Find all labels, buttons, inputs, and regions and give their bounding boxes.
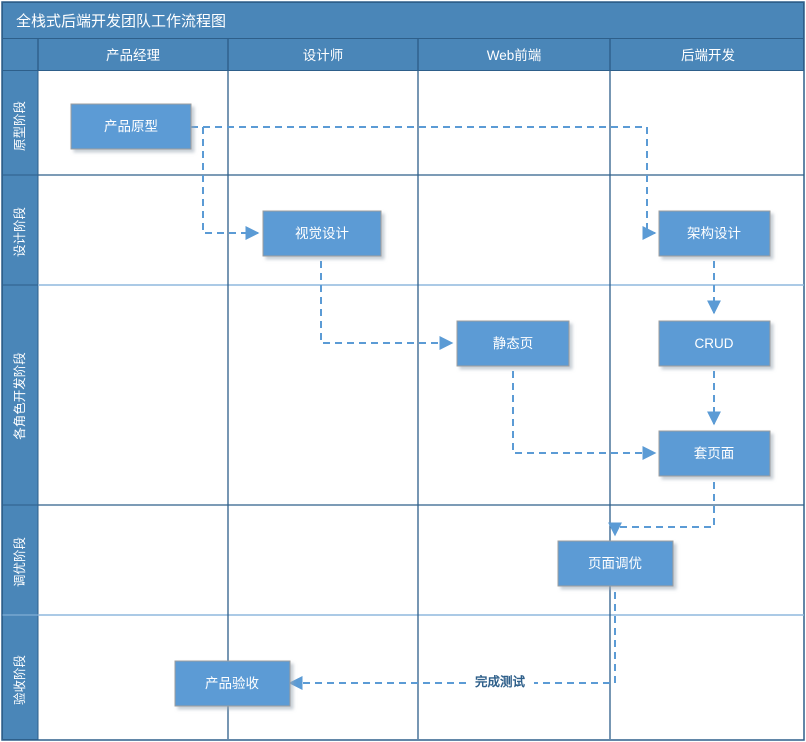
- column-header-band: [2, 38, 804, 71]
- node-crud[interactable]: CRUD: [658, 320, 771, 367]
- title-bar: [2, 2, 804, 39]
- node-visual-design-shape[interactable]: [262, 210, 382, 257]
- node-product-acceptance[interactable]: 产品验收: [174, 660, 291, 707]
- flowchart-page: 全栈式后端开发团队工作流程图 产品经理 设计师 Web前端 后端开发 原型阶段 …: [0, 0, 806, 742]
- node-crud-shape[interactable]: [658, 320, 771, 367]
- edge-label-group-complete-testing: 完成测试: [466, 672, 534, 692]
- node-page-tuning-shape[interactable]: [557, 540, 674, 587]
- node-page-tuning[interactable]: 页面调优: [557, 540, 674, 587]
- swimlane-flowchart-canvas: 全栈式后端开发团队工作流程图 产品经理 设计师 Web前端 后端开发 原型阶段 …: [1, 1, 805, 741]
- node-visual-design[interactable]: 视觉设计: [262, 210, 382, 257]
- node-architecture-design[interactable]: 架构设计: [658, 210, 771, 257]
- node-static-page[interactable]: 静态页: [456, 320, 570, 367]
- node-product-prototype-shape[interactable]: [70, 103, 192, 150]
- edge-label-backdrop: [466, 672, 534, 692]
- node-product-acceptance-shape[interactable]: [174, 660, 291, 707]
- node-static-page-shape[interactable]: [456, 320, 570, 367]
- node-page-assembly[interactable]: 套页面: [658, 430, 771, 477]
- node-page-assembly-shape[interactable]: [658, 430, 771, 477]
- node-product-prototype[interactable]: 产品原型: [70, 103, 192, 150]
- node-architecture-design-shape[interactable]: [658, 210, 771, 257]
- lane-label-strip: [2, 70, 39, 740]
